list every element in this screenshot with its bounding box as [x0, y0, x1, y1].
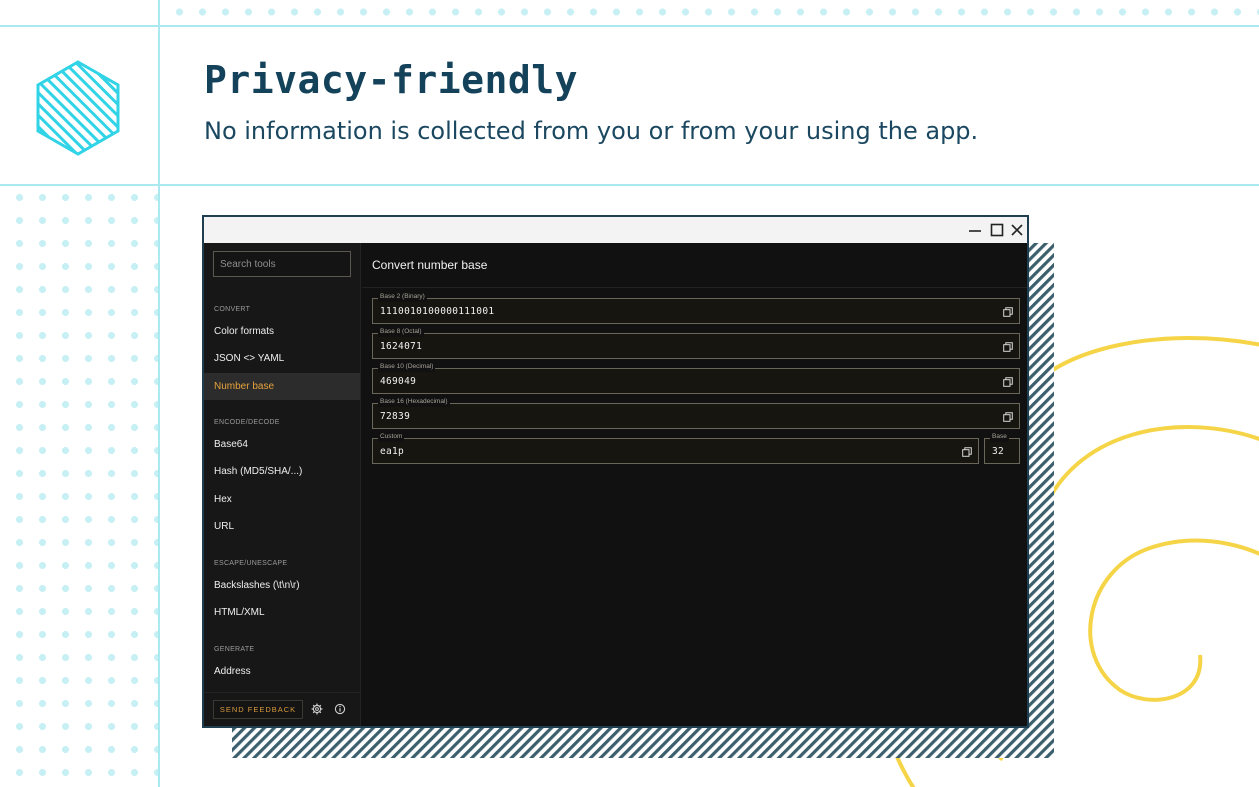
hexagon-logo-icon — [36, 60, 120, 156]
section-title-generate: GENERATE — [214, 646, 255, 653]
sidebar-item-url[interactable]: URL — [204, 513, 360, 540]
page-title: Convert number base — [372, 258, 488, 272]
base-field-value[interactable]: 32 — [992, 446, 1004, 457]
main-panel: Convert number base Base 2 (Binary) 1110… — [362, 243, 1027, 726]
window-shadow-right — [1029, 243, 1054, 758]
binary-field-label: Base 2 (Binary) — [378, 292, 427, 302]
window-shadow-bottom — [232, 728, 1054, 758]
copy-icon[interactable] — [1003, 377, 1013, 387]
sidebar-item-number-base[interactable]: Number base — [204, 373, 360, 400]
sidebar-item-hash[interactable]: Hash (MD5/SHA/...) — [204, 458, 360, 485]
info-icon[interactable] — [334, 703, 346, 715]
search-input[interactable] — [213, 251, 351, 277]
minimize-icon[interactable] — [967, 222, 983, 238]
sidebar-item-color-formats[interactable]: Color formats — [204, 318, 360, 345]
window-titlebar[interactable] — [204, 217, 1027, 243]
base-field-label: Base — [990, 432, 1009, 442]
gear-icon[interactable] — [311, 703, 323, 715]
maximize-icon[interactable] — [989, 222, 1005, 238]
decimal-field[interactable]: Base 10 (Decimal) 469049 — [372, 362, 1020, 394]
octal-field-label: Base 8 (Octal) — [378, 327, 424, 337]
section-title-encode-decode: ENCODE/DECODE — [214, 419, 280, 426]
decimal-field-value[interactable]: 469049 — [380, 376, 416, 387]
sidebar-footer: SEND FEEDBACK — [204, 692, 360, 726]
sidebar-item-json-yaml[interactable]: JSON <> YAML — [204, 345, 360, 372]
base-field[interactable]: Base 32 — [984, 432, 1020, 464]
decimal-field-label: Base 10 (Decimal) — [378, 362, 436, 372]
hexadecimal-field-label: Base 16 (Hexadecimal) — [378, 397, 450, 407]
hexadecimal-field-value[interactable]: 72839 — [380, 411, 410, 422]
copy-icon[interactable] — [962, 447, 972, 457]
close-icon[interactable] — [1009, 222, 1025, 238]
title-divider — [362, 287, 1027, 288]
custom-field-label: Custom — [378, 432, 405, 442]
app-window: CONVERT Color formats JSON <> YAML Numbe… — [202, 215, 1029, 728]
section-title-convert: CONVERT — [214, 306, 251, 313]
sidebar-item-address[interactable]: Address — [204, 658, 360, 685]
sidebar-item-html-xml[interactable]: HTML/XML — [204, 599, 360, 626]
hero-title: Privacy-friendly — [204, 58, 579, 102]
binary-field[interactable]: Base 2 (Binary) 1110010100000111001 — [372, 292, 1020, 324]
custom-field-value[interactable]: ea1p — [380, 446, 404, 457]
octal-field-value[interactable]: 1624071 — [380, 341, 422, 352]
copy-icon[interactable] — [1003, 307, 1013, 317]
sidebar: CONVERT Color formats JSON <> YAML Numbe… — [204, 243, 361, 726]
custom-field[interactable]: Custom ea1p — [372, 432, 979, 464]
sidebar-item-hex[interactable]: Hex — [204, 486, 360, 513]
sidebar-item-base64[interactable]: Base64 — [204, 431, 360, 458]
hero-subtitle: No information is collected from you or … — [204, 117, 979, 145]
hexadecimal-field[interactable]: Base 16 (Hexadecimal) 72839 — [372, 397, 1020, 429]
copy-icon[interactable] — [1003, 342, 1013, 352]
octal-field[interactable]: Base 8 (Octal) 1624071 — [372, 327, 1020, 359]
section-title-escape-unescape: ESCAPE/UNESCAPE — [214, 560, 288, 567]
sidebar-item-backslashes[interactable]: Backslashes (\t\n\r) — [204, 572, 360, 599]
send-feedback-button[interactable]: SEND FEEDBACK — [213, 700, 303, 719]
binary-field-value[interactable]: 1110010100000111001 — [380, 306, 494, 317]
copy-icon[interactable] — [1003, 412, 1013, 422]
